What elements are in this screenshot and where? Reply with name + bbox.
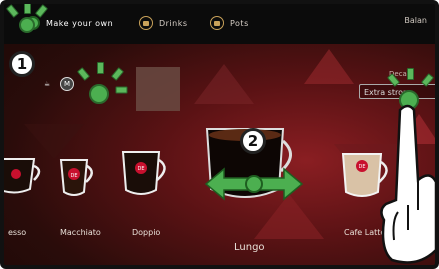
- tap-ray-icon: [24, 4, 31, 14]
- top-navigation-bar: Make your own Drinks Pots Balan: [4, 4, 435, 44]
- drink-label-espresso: esso: [8, 228, 27, 237]
- drink-espresso-cup[interactable]: [4, 144, 54, 204]
- tap-ray-icon: [407, 68, 414, 80]
- drinks-icon: [139, 16, 153, 30]
- size-medium-button[interactable]: M: [60, 77, 74, 91]
- cup-logo: DE: [137, 166, 144, 172]
- tab-make-your-own[interactable]: Make your own: [26, 16, 113, 30]
- drink-label-doppio: Doppio: [132, 228, 161, 237]
- step-2-badge: 2: [240, 128, 266, 154]
- tap-ray-icon: [97, 62, 104, 74]
- drink-label-lungo: Lungo: [234, 242, 265, 253]
- drink-doppio-cup[interactable]: DE: [119, 144, 171, 204]
- step-1-badge: 1: [9, 51, 35, 77]
- pots-icon: [210, 16, 224, 30]
- hand-pointer-icon: [380, 104, 435, 264]
- coffee-machine-screen: Make your own Drinks Pots Balan ☕ M Deca…: [0, 0, 439, 269]
- size-small-button[interactable]: ☕: [40, 77, 54, 91]
- tab-pots[interactable]: Pots: [210, 16, 249, 30]
- cup-logo: DE: [70, 173, 77, 179]
- cup-logo: DE: [358, 164, 365, 170]
- tap-ray-icon: [76, 67, 91, 81]
- tap-indicator-icon: [19, 17, 35, 33]
- drink-label-macchiato: Macchiato: [60, 228, 101, 237]
- tab-label: Make your own: [46, 18, 114, 28]
- tap-indicator-icon: [89, 84, 109, 104]
- tab-label: Pots: [230, 18, 249, 28]
- tab-label: Drinks: [159, 18, 188, 28]
- tap-ray-icon: [110, 67, 125, 81]
- tab-drinks[interactable]: Drinks: [139, 16, 188, 30]
- strength-swatch: [136, 67, 180, 111]
- balance-label: Balan: [404, 16, 427, 25]
- size-selector: ☕ M: [40, 77, 74, 91]
- tap-ray-icon: [115, 86, 128, 94]
- swipe-arrow-icon: [204, 167, 304, 201]
- drink-macchiato-cup[interactable]: DE: [59, 144, 99, 204]
